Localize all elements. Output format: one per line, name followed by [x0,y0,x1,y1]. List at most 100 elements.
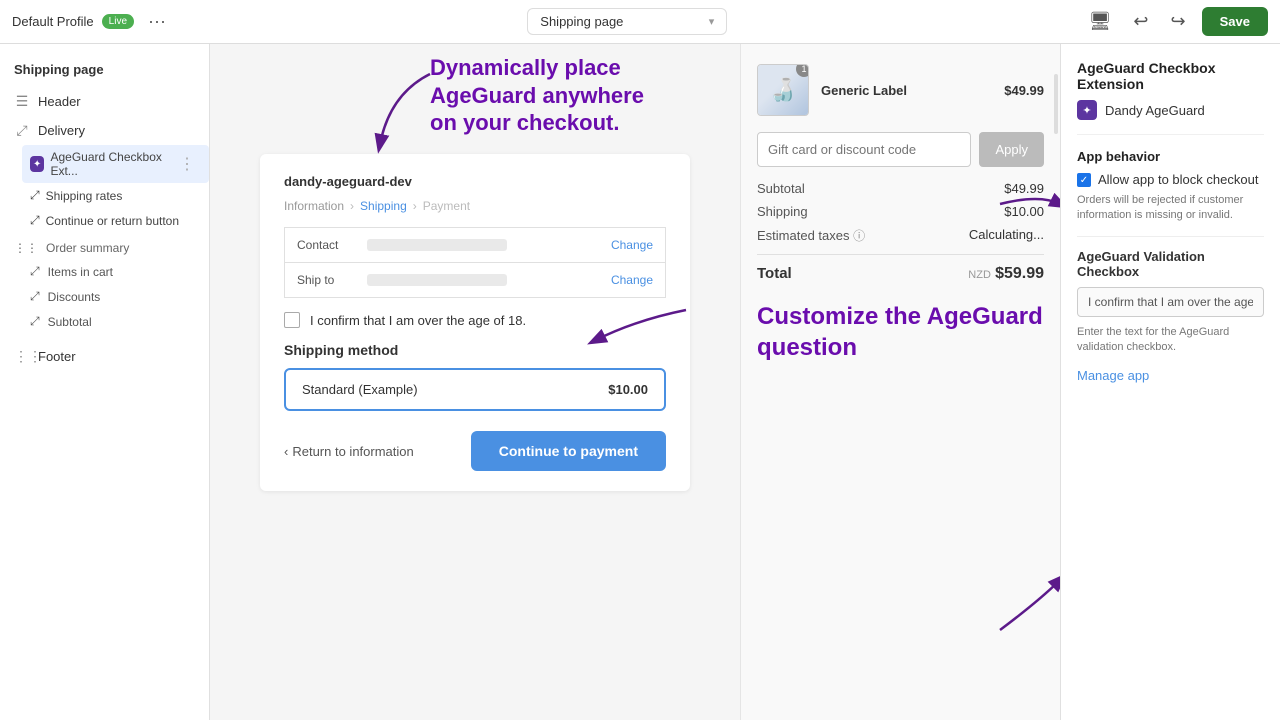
sidebar-sub-ageguard[interactable]: ✦ AgeGuard Checkbox Ext... ⋮ [22,145,209,183]
block-checkout-label: Allow app to block checkout [1098,172,1258,187]
contact-change-link[interactable]: Change [611,238,653,252]
sidebar-item-delivery[interactable]: ⤢ Delivery [0,116,209,145]
validation-section: AgeGuard Validation Checkbox Enter the t… [1077,249,1264,383]
contact-field: Contact Change [285,228,665,263]
contact-blurred [367,239,507,251]
subtotal-icon: ⤢ [30,314,40,329]
order-summary-label: Order summary [46,241,129,255]
breadcrumb-shipping: Shipping [360,199,407,213]
store-name: dandy-ageguard-dev [284,174,666,189]
ship-to-blurred [367,274,507,286]
sidebar-item-header-label: Header [38,94,81,109]
discount-row: Apply [757,132,1044,167]
breadcrumb-payment: Payment [423,199,470,213]
sidebar-sub-delivery: ✦ AgeGuard Checkbox Ext... ⋮ ⤢ Shipping … [22,145,209,233]
discounts-label: Discounts [48,290,101,304]
more-options-button[interactable]: ··· [142,7,172,36]
breadcrumb-sep1: › [350,199,354,213]
topbar-center: Shipping page ▾ [527,8,727,35]
age-checkbox[interactable] [284,312,300,328]
product-price: $49.99 [1004,83,1044,98]
breadcrumb: Information › Shipping › Payment [284,199,666,213]
sidebar-item-discounts[interactable]: ⤢ Discounts [0,284,209,309]
monitor-icon[interactable]: 🖥 [1083,7,1118,36]
total-amount: $59.99 [995,265,1044,282]
button-row: ‹ Return to information Continue to paym… [284,431,666,471]
summary-shipping: Shipping $10.00 [757,204,1044,219]
page-selector-label: Shipping page [540,14,623,29]
sidebar-item-footer[interactable]: ⋮⋮ Footer [0,342,209,371]
continue-icon: ⤢ [30,213,40,228]
ship-to-field: Ship to Change [285,263,665,297]
panel-app-row: ✦ Dandy AgeGuard [1077,100,1264,135]
shipping-line-label: Shipping [757,204,808,219]
contact-value [357,239,611,251]
topbar: Default Profile Live ··· Shipping page ▾… [0,0,1280,44]
discount-input[interactable] [757,132,971,167]
ship-to-change-link[interactable]: Change [611,273,653,287]
currency-note: NZD [968,269,991,281]
arrow-sidebar [350,64,470,164]
delivery-icon: ⤢ [14,122,30,139]
discounts-icon: ⤢ [30,289,40,304]
app-behavior-title: App behavior [1077,149,1264,164]
ship-to-value [357,274,611,286]
summary-subtotal: Subtotal $49.99 [757,181,1044,196]
order-icon: ⋮⋮ [14,241,38,255]
footer-icon: ⋮⋮ [14,348,30,365]
shipping-rates-icon: ⤢ [30,188,40,203]
block-checkout-help: Orders will be rejected if customer info… [1077,193,1264,224]
order-summary-header[interactable]: ⋮⋮ Order summary [0,233,209,259]
main-layout: Shipping page ☰ Header ⤢ Delivery ✦ AgeG… [0,44,1280,720]
shipping-option[interactable]: Standard (Example) $10.00 [284,368,666,411]
sidebar-item-subtotal[interactable]: ⤢ Subtotal [0,309,209,334]
subtotal-line-val: $49.99 [1004,181,1044,196]
items-label: Items in cart [48,265,113,279]
sidebar-item-items[interactable]: ⤢ Items in cart [0,259,209,284]
undo-button[interactable]: ↩ [1127,7,1154,36]
customize-text: Customize the AgeGuard question [757,301,1044,363]
page-selector[interactable]: Shipping page ▾ [527,8,727,35]
sub-item-left: ✦ AgeGuard Checkbox Ext... [30,150,179,178]
checkout-area: dandy-ageguard-dev Information › Shippin… [230,154,720,491]
continue-button[interactable]: Continue to payment [471,431,666,471]
save-button[interactable]: Save [1202,7,1268,36]
shipping-rates-label: Shipping rates [46,189,123,203]
right-panel: AgeGuard Checkbox Extension ✦ Dandy AgeG… [1060,44,1280,720]
sidebar-title: Shipping page [0,56,209,87]
footer-label: Footer [38,349,76,364]
sidebar: Shipping page ☰ Header ⤢ Delivery ✦ AgeG… [0,44,210,720]
block-checkout-checkbox[interactable]: ✓ [1077,173,1091,187]
age-confirm-row: I confirm that I am over the age of 18. [284,312,666,328]
product-name: Generic Label [821,83,992,98]
manage-app-link[interactable]: Manage app [1077,368,1149,383]
block-checkout-row: ✓ Allow app to block checkout [1077,172,1264,187]
panel-shield-icon: ✦ [1077,100,1097,120]
apply-button[interactable]: Apply [979,132,1044,167]
ageguard-options-icon[interactable]: ⋮ [179,154,195,174]
validation-help: Enter the text for the AgeGuard validati… [1077,325,1264,356]
back-link[interactable]: ‹ Return to information [284,444,414,459]
preview-scroll: Dynamically place AgeGuard anywhere on y… [210,44,740,720]
redo-button[interactable]: ↪ [1165,7,1192,36]
breadcrumb-information: Information [284,199,344,213]
topbar-left: Default Profile Live ··· [12,7,172,36]
sidebar-sub-shipping-rates[interactable]: ⤢ Shipping rates [22,183,209,208]
chevron-down-icon: ▾ [709,15,715,28]
shipping-line-val: $10.00 [1004,204,1044,219]
checkout-card: dandy-ageguard-dev Information › Shippin… [260,154,690,491]
sidebar-item-header[interactable]: ☰ Header [0,87,209,116]
preview-area: Dynamically place AgeGuard anywhere on y… [210,44,740,720]
validation-input[interactable] [1077,287,1264,317]
summary-total: Total NZD $59.99 [757,254,1044,283]
sidebar-sub-continue[interactable]: ⤢ Continue or return button [22,208,209,233]
shipping-section: Shipping method Standard (Example) $10.0… [284,342,666,411]
back-arrow-icon: ‹ [284,444,288,459]
panel-app-name: Dandy AgeGuard [1105,103,1205,118]
sidebar-item-delivery-label: Delivery [38,123,85,138]
contact-label: Contact [297,238,357,252]
ship-to-label: Ship to [297,273,357,287]
breadcrumb-sep2: › [413,199,417,213]
shipping-option-price: $10.00 [608,382,648,397]
shipping-option-name: Standard (Example) [302,382,418,397]
